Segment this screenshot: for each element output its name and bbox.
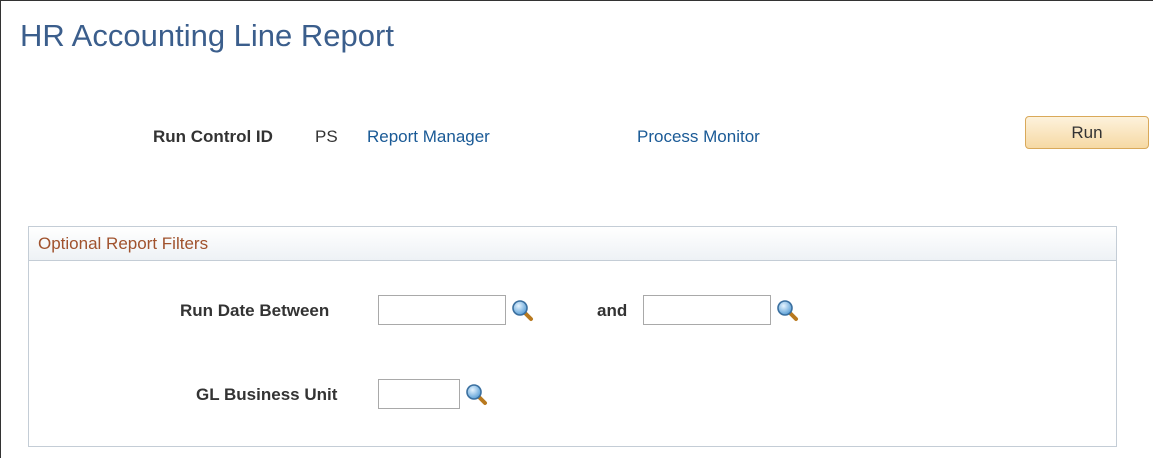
and-label: and bbox=[597, 301, 628, 320]
optional-report-filters-group: Optional Report Filters Run Date Between… bbox=[28, 226, 1117, 447]
run-control-id-label: Run Control ID bbox=[153, 127, 273, 146]
process-monitor-link[interactable]: Process Monitor bbox=[637, 127, 760, 147]
gl-business-unit-input[interactable] bbox=[378, 379, 460, 409]
run-button[interactable]: Run bbox=[1025, 116, 1149, 149]
gl-business-unit-label: GL Business Unit bbox=[196, 385, 338, 404]
magnifying-glass-icon[interactable] bbox=[464, 382, 490, 406]
run-date-from-input[interactable] bbox=[378, 295, 506, 325]
group-header: Optional Report Filters bbox=[29, 227, 1116, 261]
magnifying-glass-icon[interactable] bbox=[775, 298, 801, 322]
magnifying-glass-icon[interactable] bbox=[510, 298, 536, 322]
run-control-id-value: PS bbox=[315, 127, 338, 146]
page-title: HR Accounting Line Report bbox=[20, 18, 394, 53]
report-manager-link[interactable]: Report Manager bbox=[367, 127, 490, 147]
page: HR Accounting Line Report Run Control ID… bbox=[0, 0, 1153, 458]
run-date-between-label: Run Date Between bbox=[180, 301, 330, 320]
run-date-to-input[interactable] bbox=[643, 295, 771, 325]
